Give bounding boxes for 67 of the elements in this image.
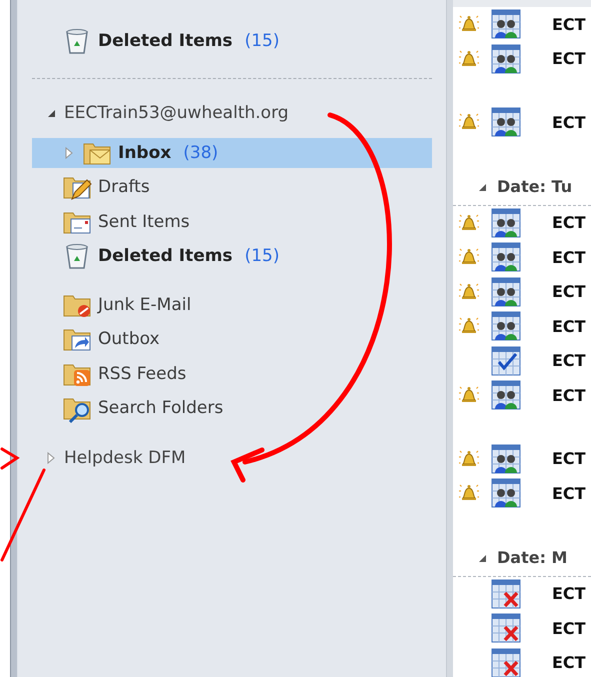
folder-label: Deleted Items [98, 246, 233, 266]
calendar-cross-icon [491, 613, 521, 644]
message-subject: ECT [552, 584, 586, 604]
unread-count: (15) [244, 31, 280, 52]
message-subject: ECT [552, 653, 586, 672]
date-group-header[interactable]: Date: Tu [497, 177, 572, 196]
calendar-check-icon [491, 346, 521, 376]
message-row[interactable]: ECT [453, 442, 591, 476]
message-subject: ECT [552, 49, 586, 68]
folder-label: Search Folders [98, 398, 224, 418]
meeting-icon [491, 9, 521, 40]
folder-item[interactable]: Deleted Items (15) [18, 239, 446, 274]
folder-label: Drafts [98, 177, 150, 198]
message-subject: ECT [552, 449, 586, 468]
message-subject: ECT [552, 351, 586, 370]
folder-item[interactable]: Search Folders [18, 391, 446, 426]
message-row[interactable]: ECT [453, 7, 591, 42]
folder-label: Deleted Items [98, 31, 233, 52]
message-row[interactable]: ECT [453, 476, 591, 510]
folder-item[interactable]: Junk E-Mail [18, 288, 446, 322]
folder-label: RSS Feeds [98, 364, 186, 384]
message-subject: ECT [552, 386, 586, 405]
folder-item[interactable]: Outbox [18, 322, 446, 356]
folder-item[interactable]: Inbox (38) [32, 138, 432, 168]
message-row[interactable]: ECT [453, 378, 591, 412]
message-subject: ECT [552, 484, 586, 503]
message-subject: ECT [552, 112, 586, 132]
folder-label: Junk E-Mail [98, 294, 192, 315]
meeting-icon [491, 107, 521, 138]
folder-label: Outbox [98, 329, 160, 350]
message-subject: ECT [552, 14, 586, 34]
folder-item[interactable]: Deleted Items (15) [18, 24, 446, 58]
message-row[interactable]: ECT [453, 646, 591, 677]
message-row[interactable]: ECT [453, 274, 591, 309]
message-row[interactable]: ECT [453, 105, 591, 140]
message-row[interactable]: ECT [453, 576, 591, 611]
meeting-icon [491, 208, 521, 238]
message-subject: ECT [552, 618, 586, 638]
account-name[interactable]: Helpdesk DFM [64, 448, 186, 468]
folder-item[interactable]: Drafts [18, 170, 446, 204]
message-row[interactable]: ECT [453, 309, 591, 344]
calendar-cross-icon [491, 648, 521, 677]
folder-label: Sent Items [98, 212, 190, 232]
folder-item[interactable]: RSS Feeds [18, 356, 446, 391]
message-row[interactable]: ECT [453, 42, 591, 76]
meeting-icon [491, 380, 521, 410]
folder-item[interactable]: Sent Items [18, 204, 446, 239]
meeting-icon [491, 242, 521, 272]
folder-label: Inbox [118, 142, 172, 162]
date-group-header[interactable]: Date: M [497, 548, 568, 567]
message-row[interactable]: ECT [453, 240, 591, 274]
calendar-cross-icon [491, 578, 521, 609]
meeting-icon [491, 311, 521, 342]
account-name[interactable]: EECTrain53@uwhealth.org [64, 102, 289, 122]
message-subject: ECT [552, 248, 586, 267]
message-subject: ECT [552, 213, 586, 232]
unread-count: (38) [183, 142, 218, 162]
message-subject: ECT [552, 316, 586, 336]
unread-count: (15) [244, 246, 280, 266]
message-subject: ECT [552, 282, 586, 302]
meeting-icon [491, 276, 521, 307]
meeting-icon [491, 44, 521, 74]
meeting-icon [491, 444, 521, 474]
message-row[interactable]: ECT [453, 611, 591, 646]
message-row[interactable]: ECT [453, 206, 591, 240]
meeting-icon [491, 478, 521, 508]
message-row[interactable]: ECT [453, 344, 591, 378]
